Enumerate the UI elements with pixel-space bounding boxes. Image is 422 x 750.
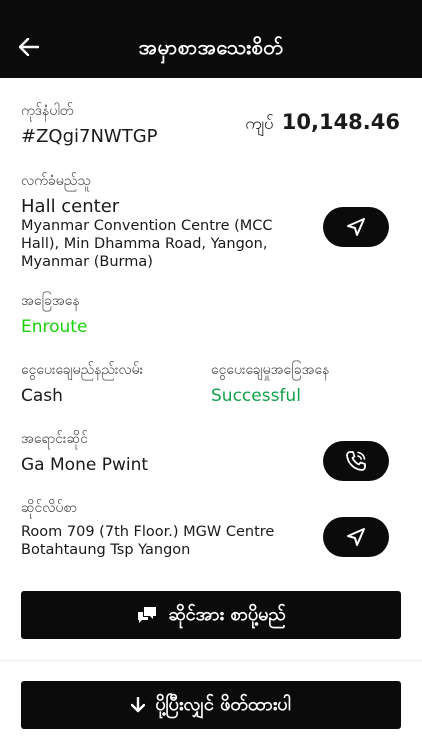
vendor-name: Ga Mone Pwint (21, 455, 149, 475)
payment-method: Cash (21, 386, 63, 406)
chat-icon (138, 607, 157, 623)
payment-status-label: ငွေပေးချေမှုအခြေအနေ (211, 362, 330, 378)
message-shop-button[interactable]: ဆိုင်အား စာပို့မည် (21, 591, 401, 639)
receiver-navigate-button[interactable] (323, 207, 389, 247)
call-vendor-button[interactable] (323, 441, 389, 481)
currency-label: ကျပ် (245, 114, 274, 134)
payment-status: Successful (211, 386, 301, 406)
app-header: အမှာစာအသေးစိတ် (0, 0, 422, 78)
download-button[interactable]: ပို့ပြီးလျှင် ဖိတ်ထားပါ (21, 681, 401, 729)
divider (0, 660, 422, 661)
phone-icon (346, 451, 366, 471)
status-value: Enroute (21, 317, 88, 337)
page-title: အမှာစာအသေးစိတ် (138, 35, 284, 59)
download-label: ပို့ပြီးလျှင် ဖိတ်ထားပါ (155, 693, 291, 715)
status-label: အခြေအနေ (21, 293, 80, 309)
navigate-icon (347, 528, 365, 546)
receiver-name: Hall center (21, 196, 120, 217)
receiver-label: လက်ခံမည်သူ (21, 173, 91, 189)
order-id-label: ကုဒ်နံပါတ် (21, 103, 74, 119)
shop-address: Room 709 (7th Floor.) MGW Centre Botahta… (21, 524, 275, 558)
order-id: #ZQgi7NWTGP (21, 126, 158, 147)
receiver-address: Myanmar Convention Centre (MCC Hall), Mi… (21, 218, 273, 270)
shop-address-label: ဆိုင်လိပ်စာ (21, 500, 78, 516)
download-arrow-icon (131, 697, 146, 713)
shop-navigate-button[interactable] (323, 517, 389, 557)
navigate-icon (347, 218, 365, 236)
order-amount: ကျပ် 10,148.46 (245, 110, 400, 138)
message-shop-label: ဆိုင်အား စာပို့မည် (168, 603, 286, 625)
payment-method-label: ငွေပေးချေမည်နည်းလမ်း (21, 362, 144, 378)
vendor-label: အရောင်းဆိုင် (21, 431, 88, 447)
amount-value: 10,148.46 (281, 110, 400, 134)
